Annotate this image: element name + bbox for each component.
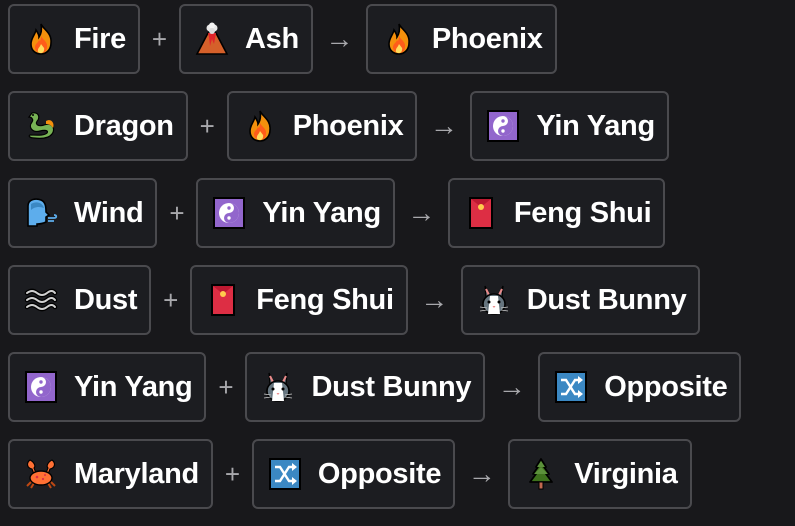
plus-icon: +: [218, 371, 234, 402]
plus-icon: +: [163, 284, 179, 315]
shuffle-icon: [554, 370, 588, 404]
evergreen-tree-icon: [524, 457, 558, 491]
plus-icon: +: [199, 110, 215, 141]
arrow-icon: →: [429, 110, 458, 141]
element-chip-result[interactable]: Feng Shui: [447, 178, 666, 248]
recipe-row: Fire + Ash → Phoenix: [8, 4, 741, 74]
fire-icon: [243, 109, 277, 143]
arrow-icon: →: [420, 284, 449, 315]
element-name: Virginia: [574, 457, 678, 490]
element-name: Feng Shui: [513, 196, 652, 229]
element-chip-first[interactable]: Dragon: [8, 91, 188, 161]
yin-yang-icon: [24, 370, 58, 404]
arrow-icon: →: [325, 23, 354, 54]
recipe-row: Dust + Feng Shui → Dust Bunny: [8, 265, 741, 335]
red-envelope-icon: [206, 283, 240, 317]
element-name: Yin Yang: [262, 196, 381, 229]
element-name: Yin Yang: [536, 109, 655, 142]
fire-icon: [24, 22, 58, 56]
element-name: Dust Bunny: [526, 283, 687, 316]
element-name: Opposite: [317, 457, 442, 490]
arrow-icon: →: [497, 371, 526, 402]
wind-face-icon: [24, 196, 58, 230]
element-chip-second[interactable]: Yin Yang: [196, 178, 395, 248]
yin-yang-icon: [212, 196, 246, 230]
element-name: Dust: [74, 283, 138, 316]
fog-waves-icon: [24, 283, 58, 317]
element-chip-result[interactable]: Yin Yang: [470, 91, 669, 161]
element-chip-result[interactable]: Virginia: [508, 439, 692, 509]
fire-icon: [382, 22, 416, 56]
rabbit-face-icon: [477, 283, 511, 317]
element-name: Opposite: [604, 370, 728, 403]
arrow-icon: →: [467, 458, 496, 489]
element-name: Fire: [74, 22, 126, 55]
element-name: Dragon: [74, 109, 174, 142]
element-name: Ash: [245, 22, 299, 55]
plus-icon: +: [151, 23, 168, 54]
shuffle-icon: [268, 457, 302, 491]
element-chip-second[interactable]: Phoenix: [226, 91, 418, 161]
yin-yang-icon: [486, 109, 520, 143]
element-chip-second[interactable]: Feng Shui: [190, 265, 408, 335]
element-chip-second[interactable]: Ash: [179, 4, 313, 74]
recipe-row: Dragon + Phoenix → Yin Yang: [8, 91, 741, 161]
element-chip-first[interactable]: Maryland: [8, 439, 213, 509]
rabbit-face-icon: [261, 370, 295, 404]
element-name: Phoenix: [431, 22, 543, 55]
element-chip-second[interactable]: Opposite: [251, 439, 456, 509]
element-chip-result[interactable]: Opposite: [538, 352, 742, 422]
dragon-icon: [24, 109, 58, 143]
element-chip-result[interactable]: Phoenix: [365, 4, 557, 74]
plus-icon: +: [169, 197, 185, 228]
red-envelope-icon: [464, 196, 498, 230]
element-name: Phoenix: [292, 109, 404, 142]
volcano-icon: [195, 22, 229, 56]
crab-icon: [24, 457, 58, 491]
element-name: Maryland: [74, 457, 199, 490]
element-chip-first[interactable]: Fire: [8, 4, 140, 74]
element-chip-first[interactable]: Yin Yang: [8, 352, 207, 422]
recipe-row: Maryland + Opposite → Virginia: [8, 439, 741, 509]
element-chip-second[interactable]: Dust Bunny: [245, 352, 486, 422]
element-name: Dust Bunny: [311, 370, 472, 403]
plus-icon: +: [224, 458, 241, 489]
recipe-list: Fire + Ash → Phoenix Dragon + Phoenix → Yin …: [8, 4, 742, 526]
element-chip-first[interactable]: Dust: [8, 265, 152, 335]
element-name: Yin Yang: [74, 370, 193, 403]
recipe-row: Yin Yang + Dust Bunny → Opposite: [8, 352, 742, 422]
recipe-row: Wind + Yin Yang → Feng Shui: [8, 178, 741, 248]
element-name: Wind: [74, 196, 144, 229]
arrow-icon: →: [407, 197, 436, 228]
element-chip-first[interactable]: Wind: [8, 178, 158, 248]
element-chip-result[interactable]: Dust Bunny: [460, 265, 701, 335]
element-name: Feng Shui: [256, 283, 394, 316]
